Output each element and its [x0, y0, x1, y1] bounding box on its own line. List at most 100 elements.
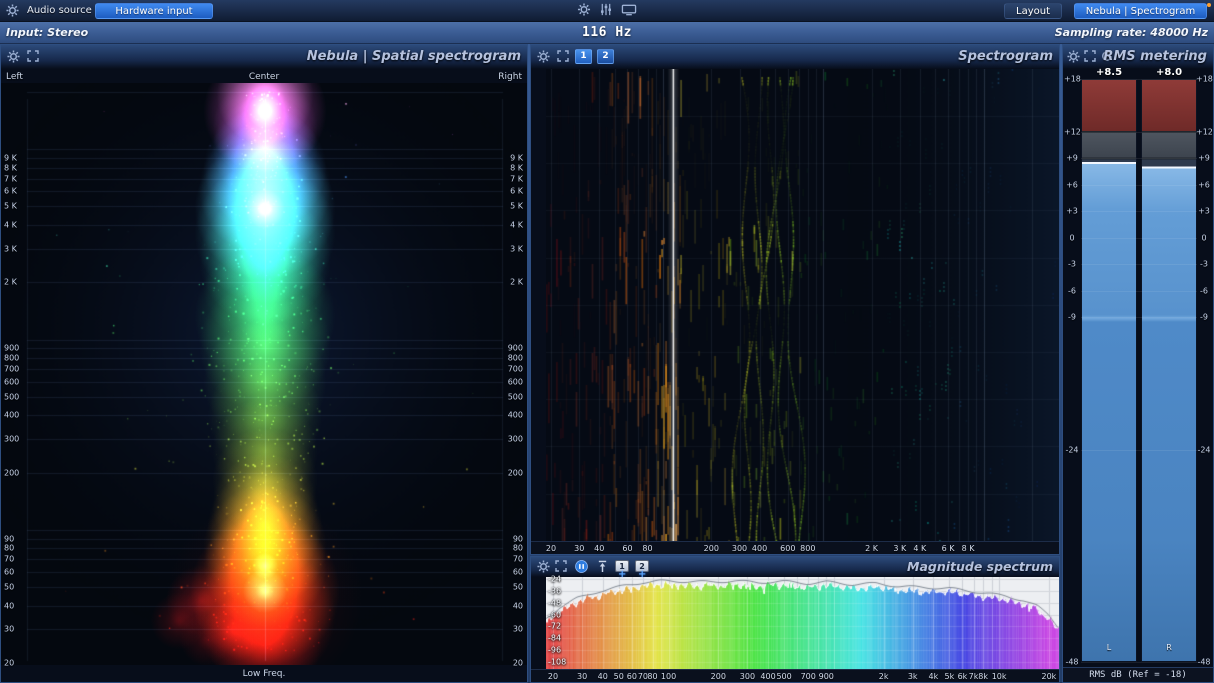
magnitude-freq-tick: 20k [1041, 672, 1057, 681]
spatial-freq-tick: 40 [512, 601, 523, 611]
spectrogram-panel: 1 2 Spectrogram 20 30 40 60 80 200 300 400 600 80… [530, 44, 1060, 555]
rms-scale-tick: +3 [1066, 206, 1078, 216]
spatial-settings-gear-icon[interactable] [7, 50, 20, 63]
rms-footer-label: RMS dB (Ref = -18) [1063, 667, 1213, 682]
rms-scale-tick: +12 [1196, 127, 1213, 137]
rms-meter-left: L [1081, 79, 1137, 662]
view-preset-button[interactable]: Nebula | Spectrogram [1074, 3, 1207, 19]
spatial-freq-tick: 70 [4, 554, 15, 564]
magnitude-freq-tick: 5k [944, 672, 955, 681]
magnitude-add-1-icon[interactable]: + [618, 569, 626, 580]
spatial-freq-tick: 700 [507, 364, 523, 374]
rms-scale-line [1081, 449, 1197, 451]
magnitude-spectrum-display[interactable] [546, 577, 1059, 669]
spectrogram-fullscreen-icon[interactable] [557, 50, 569, 62]
input-status-label: Input: Stereo [6, 26, 89, 39]
spectrogram-display[interactable] [546, 69, 1059, 541]
spatial-freq-tick: 800 [4, 353, 20, 363]
rms-scale-tick: +18 [1064, 74, 1081, 84]
settings-gear-icon[interactable] [6, 4, 19, 17]
rms-scale-tick: +12 [1064, 127, 1081, 137]
magnitude-freq-tick: 10k [991, 672, 1007, 681]
rms-scale-tick: +3 [1198, 206, 1210, 216]
rms-scale-tick: -48 [1197, 657, 1211, 667]
spatial-freq-tick: 2 K [510, 277, 523, 287]
rms-scale-line [1081, 211, 1197, 213]
layout-button[interactable]: Layout [1004, 3, 1062, 19]
status-bar: Input: Stereo 116 Hz Sampling rate: 4800… [0, 22, 1214, 44]
rms-scale-tick: -6 [1068, 286, 1076, 296]
magnitude-db-tick: -108 [548, 657, 567, 667]
rms-metering-panel: RMS metering RMS dB (Ref = -18) +18 +18 +1… [1062, 44, 1214, 683]
spatial-freq-tick: 30 [4, 624, 15, 634]
magnitude-db-tick: -96 [548, 645, 562, 655]
spectrogram-settings-gear-icon[interactable] [537, 50, 550, 63]
magnitude-add-2-icon[interactable]: + [638, 569, 646, 580]
spatial-spectrogram-display[interactable] [1, 83, 527, 665]
rms-scale-line [1081, 131, 1197, 133]
spectrogram-view-1-button[interactable]: 1 [575, 49, 592, 64]
hardware-input-button[interactable]: Hardware input [95, 3, 213, 19]
rms-scale-tick: +6 [1198, 180, 1210, 190]
rms-scale-line [1081, 264, 1197, 266]
spatial-freq-tick: 6 K [510, 186, 523, 196]
spatial-fullscreen-icon[interactable] [27, 50, 39, 62]
pan-label-right: Right [498, 72, 522, 82]
spectrogram-freq-tick: 6 K [941, 544, 955, 553]
spectrogram-freq-tick: 400 [751, 544, 768, 553]
spatial-freq-tick: 300 [507, 434, 523, 444]
rms-scale-tick: -3 [1068, 259, 1076, 269]
rms-panel-title: RMS metering [1103, 49, 1207, 64]
rms-settings-gear-icon[interactable] [1067, 50, 1080, 63]
spatial-freq-tick: 900 [507, 343, 523, 353]
spatial-freq-tick: 600 [507, 377, 523, 387]
magnitude-freq-tick: 400 [760, 672, 776, 681]
monitor-icon[interactable] [621, 4, 637, 16]
spectrogram-freq-tick: 2 K [865, 544, 879, 553]
rms-fullscreen-icon[interactable] [1084, 50, 1096, 62]
settings-gear-icon[interactable] [577, 3, 591, 16]
rms-scale-line [1081, 79, 1197, 80]
spatial-freq-tick: 700 [4, 364, 20, 374]
magnitude-freq-tick: 60 [626, 672, 637, 681]
sampling-rate-label: Sampling rate: 48000 Hz [1054, 26, 1208, 39]
magnitude-settings-gear-icon[interactable] [537, 560, 550, 573]
frequency-readout: 116 Hz [582, 25, 632, 40]
magnitude-freq-tick: 20 [547, 672, 559, 681]
spatial-freq-tick: 5 K [4, 201, 17, 211]
spatial-freq-tick: 200 [507, 468, 523, 478]
rms-scale-line [1081, 290, 1197, 292]
magnitude-freq-tick: 7k [968, 672, 979, 681]
spatial-freq-tick: 60 [4, 567, 15, 577]
magnitude-db-tick: -48 [548, 598, 562, 608]
spatial-freq-tick: 2 K [4, 277, 17, 287]
rms-channel-label: L [1106, 643, 1112, 652]
spectrogram-freq-tick: 300 [731, 544, 748, 553]
sliders-icon[interactable] [600, 3, 613, 16]
rms-scale-line [1081, 184, 1197, 186]
spatial-freq-tick: 8 K [4, 163, 17, 173]
spatial-freq-tick: 900 [4, 343, 20, 353]
spectrogram-view-2-button[interactable]: 2 [597, 49, 614, 64]
spatial-freq-tick: 500 [4, 392, 20, 402]
notification-dot [1207, 3, 1211, 7]
rms-scale-tick: +9 [1198, 153, 1210, 163]
pause-button-icon[interactable] [575, 560, 588, 573]
magnitude-freq-tick: 30 [577, 672, 588, 681]
spatial-freq-tick: 3 K [4, 244, 17, 254]
peak-hold-top-arrow-icon[interactable] [597, 560, 608, 573]
spatial-freq-tick: 90 [4, 534, 15, 544]
spatial-freq-tick: 80 [512, 543, 523, 553]
spatial-freq-tick: 4 K [510, 220, 523, 230]
magnitude-fullscreen-icon[interactable] [555, 560, 567, 572]
app-root: Audio source Hardware input Layout Nebul… [0, 0, 1214, 683]
magnitude-freq-tick: 40 [597, 672, 608, 681]
pan-label-center: Center [248, 72, 280, 82]
rms-scale-line [1081, 317, 1197, 319]
spectrogram-freq-tick: 8 K [961, 544, 975, 553]
spatial-freq-tick: 60 [512, 567, 523, 577]
rms-scale-tick: -24 [1197, 445, 1211, 455]
magnitude-freq-tick: 300 [739, 672, 756, 681]
spatial-spectrogram-panel: Nebula | Spatial spectrogram Left Center… [0, 44, 528, 683]
spatial-freq-tick: 20 [512, 658, 523, 668]
